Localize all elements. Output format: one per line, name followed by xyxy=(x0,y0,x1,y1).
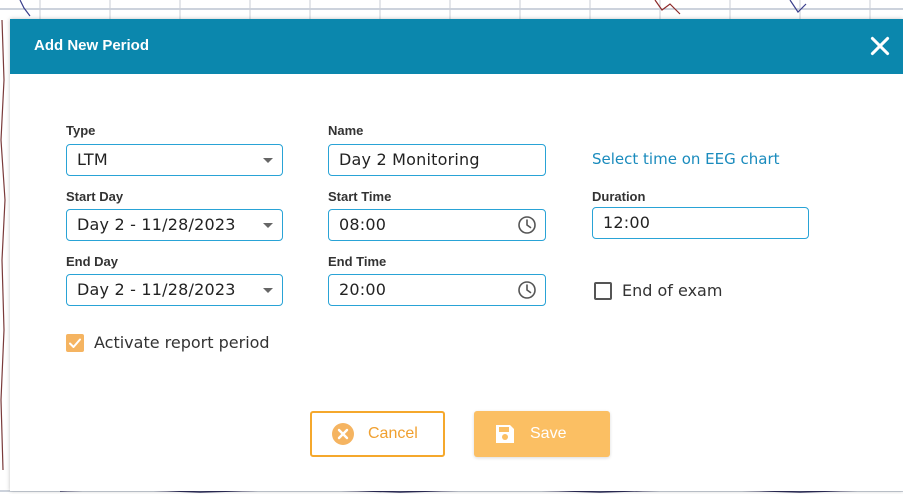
start-day-value: Day 2 - 11/28/2023 xyxy=(77,215,236,234)
activate-report-period-label: Activate report period xyxy=(94,333,270,352)
clock-icon[interactable] xyxy=(517,215,537,235)
chevron-down-icon xyxy=(263,223,273,228)
end-of-exam-checkbox[interactable]: End of exam xyxy=(594,281,722,300)
end-time-value: 20:00 xyxy=(339,280,387,299)
end-day-label: End Day xyxy=(66,254,119,269)
end-day-value: Day 2 - 11/28/2023 xyxy=(77,280,236,299)
type-value: LTM xyxy=(77,150,108,169)
cancel-button[interactable]: Cancel xyxy=(310,411,445,457)
checkmark-icon xyxy=(69,338,81,348)
cancel-icon xyxy=(332,423,354,445)
name-label: Name xyxy=(328,123,364,138)
save-button-label: Save xyxy=(530,425,567,442)
chevron-down-icon xyxy=(263,288,273,293)
start-time-label: Start Time xyxy=(328,189,392,204)
end-day-select[interactable]: Day 2 - 11/28/2023 xyxy=(66,274,283,306)
checkbox-unchecked-icon[interactable] xyxy=(594,281,612,300)
type-label: Type xyxy=(66,123,96,138)
type-select[interactable]: LTM xyxy=(66,144,283,176)
start-day-label: Start Day xyxy=(66,189,124,204)
duration-input[interactable]: 12:00 xyxy=(592,207,809,239)
close-icon[interactable] xyxy=(867,33,893,59)
end-time-label: End Time xyxy=(328,254,387,269)
dialog-title: Add New Period xyxy=(34,37,150,54)
activate-report-period-checkbox[interactable]: Activate report period xyxy=(66,333,270,352)
duration-value: 12:00 xyxy=(603,213,651,232)
chevron-down-icon xyxy=(263,158,273,163)
end-of-exam-label: End of exam xyxy=(622,281,723,300)
save-button[interactable]: Save xyxy=(474,411,610,457)
add-period-dialog: Add New Period Type LTM Start Day Day 2 … xyxy=(10,19,903,491)
duration-label: Duration xyxy=(592,189,646,204)
clock-icon[interactable] xyxy=(517,280,537,300)
start-day-select[interactable]: Day 2 - 11/28/2023 xyxy=(66,209,283,241)
checkbox-checked-icon[interactable] xyxy=(66,333,84,352)
dialog-header: Add New Period xyxy=(10,19,903,74)
floppy-disk-icon xyxy=(496,425,514,443)
end-time-input[interactable]: 20:00 xyxy=(328,274,546,306)
name-value: Day 2 Monitoring xyxy=(339,150,480,169)
start-time-value: 08:00 xyxy=(339,215,387,234)
name-input[interactable]: Day 2 Monitoring xyxy=(328,144,546,176)
start-time-input[interactable]: 08:00 xyxy=(328,209,546,241)
cancel-button-label: Cancel xyxy=(368,425,418,442)
select-time-on-chart-link[interactable]: Select time on EEG chart xyxy=(592,150,780,168)
